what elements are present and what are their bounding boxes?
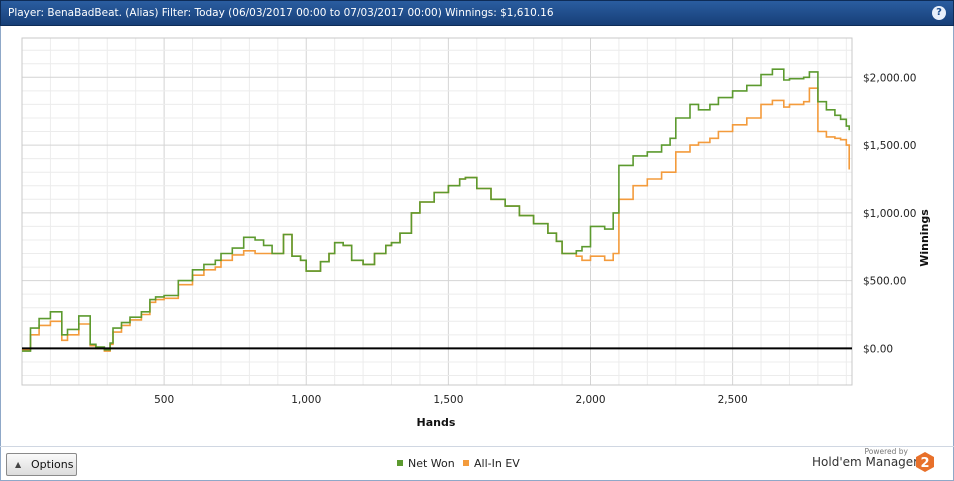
- hem2-logo-icon: 2: [916, 452, 934, 472]
- footer-divider: [0, 446, 954, 447]
- logo-digit: 2: [920, 456, 929, 471]
- y-tick-label: $2,000.00: [863, 72, 916, 84]
- y-axis-ticks: $0.00 $500.00 $1,000.00 $1,500.00 $2,000.00: [863, 72, 916, 355]
- y-tick-label: $500.00: [863, 276, 906, 288]
- legend-label-net-won: Net Won: [408, 457, 455, 470]
- x-axis-label: Hands: [417, 416, 456, 429]
- x-tick-label: 1,000: [291, 394, 321, 406]
- y-axis-label: Winnings: [918, 209, 931, 267]
- net-won-swatch: [397, 460, 403, 466]
- product-name: Hold'em Manager: [812, 455, 919, 469]
- options-button[interactable]: ▲ Options: [6, 453, 77, 476]
- options-button-label: Options: [31, 458, 74, 471]
- legend-label-all-in-ev: All-In EV: [474, 457, 520, 470]
- y-tick-label: $0.00: [863, 343, 893, 355]
- x-tick-label: 500: [154, 394, 174, 406]
- series-layer: [22, 68, 850, 352]
- plot-area-border: [21, 37, 853, 386]
- x-tick-label: 2,500: [718, 394, 748, 406]
- window-title: Player: BenaBadBeat. (Alias) Filter: Tod…: [8, 7, 554, 19]
- y-tick-label: $1,000.00: [863, 208, 916, 220]
- y-tick-label: $1,500.00: [863, 140, 916, 152]
- winnings-chart: 500 1,000 1,500 2,000 2,500 $0.00 $500.00 $1,0…: [21, 37, 931, 429]
- chart-grid: [22, 38, 852, 385]
- x-tick-label: 2,000: [575, 394, 605, 406]
- legend-item-net-won: Net Won: [397, 457, 455, 470]
- help-icon[interactable]: ?: [932, 6, 946, 20]
- all-in-ev-swatch: [463, 460, 469, 466]
- x-tick-label: 1,500: [433, 394, 463, 406]
- window-titlebar: Player: BenaBadBeat. (Alias) Filter: Tod…: [0, 0, 954, 26]
- triangle-up-icon: ▲: [15, 460, 22, 469]
- series-line-net-won: [22, 68, 850, 352]
- legend-item-all-in-ev: All-In EV: [463, 457, 520, 470]
- x-axis-ticks: 500 1,000 1,500 2,000 2,500: [154, 394, 748, 406]
